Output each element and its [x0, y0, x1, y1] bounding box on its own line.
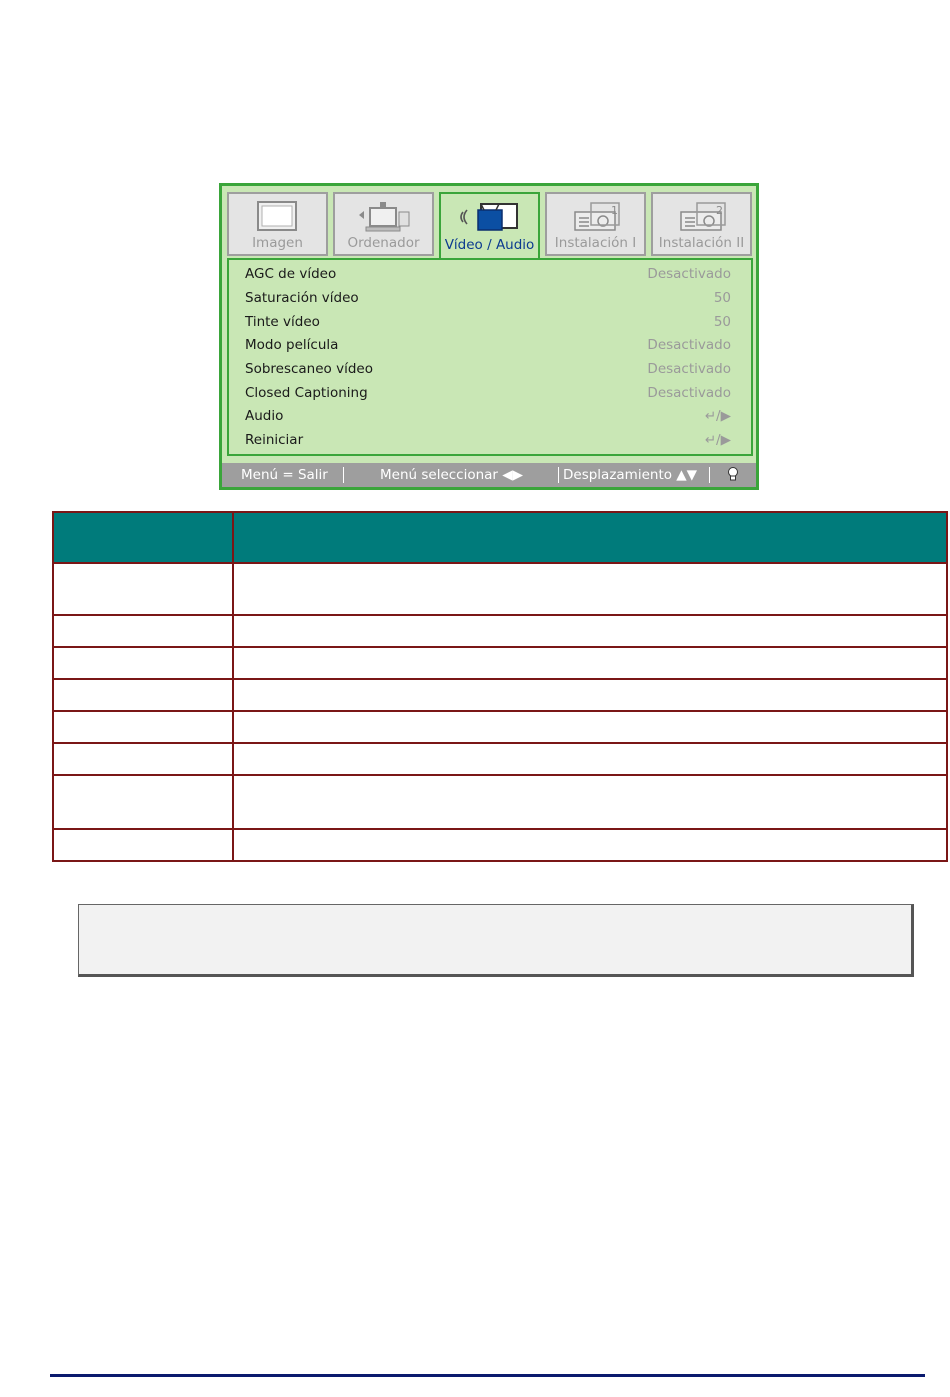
setting-value: Desactivado	[647, 266, 731, 282]
osd-footer: Menú = Salir Menú seleccionar ◀▶ Desplaz…	[222, 463, 756, 487]
table-header-row	[54, 513, 946, 562]
tab-imagen[interactable]: Imagen	[227, 192, 328, 256]
table-row-divider	[54, 710, 946, 712]
footer-select-hint: Menú seleccionar ◀▶	[380, 467, 524, 483]
setting-sobrescaneo-video[interactable]: Sobrescaneo vídeo Desactivado	[245, 361, 731, 384]
video-audio-icon	[441, 200, 538, 232]
tab-instalacion-1[interactable]: 1 Instalación I	[545, 192, 646, 256]
footer-divider	[558, 467, 559, 483]
setting-value: 50	[713, 314, 731, 330]
table-row-divider	[54, 678, 946, 680]
setting-closed-captioning[interactable]: Closed Captioning Desactivado	[245, 385, 731, 408]
table-row-divider	[54, 562, 946, 564]
description-table	[52, 511, 948, 862]
tab-label: Imagen	[252, 235, 303, 251]
setting-label: Audio	[245, 408, 284, 424]
svg-text:1: 1	[611, 204, 618, 217]
setting-label: AGC de vídeo	[245, 266, 337, 282]
tab-label: Instalación II	[658, 235, 745, 251]
tab-label: Instalación I	[554, 235, 637, 251]
setting-saturacion-video[interactable]: Saturación vídeo 50	[245, 290, 731, 313]
table-row-divider	[54, 742, 946, 744]
setting-label: Sobrescaneo vídeo	[245, 361, 373, 377]
tab-ordenador[interactable]: Ordenador	[333, 192, 434, 256]
setting-value: Desactivado	[647, 361, 731, 377]
note-box	[78, 904, 914, 977]
osd-tab-bar: Imagen Ordenador Vídeo / Audio 1 Instala…	[227, 192, 753, 262]
tab-label: Ordenador	[347, 235, 420, 251]
footer-exit-hint: Menú = Salir	[241, 467, 328, 483]
tab-label: Vídeo / Audio	[444, 237, 535, 253]
footer-divider	[709, 467, 710, 483]
projector-2-icon: 2	[653, 200, 750, 232]
setting-label: Modo película	[245, 337, 339, 353]
setting-label: Reiniciar	[245, 432, 304, 448]
monitor-icon	[229, 200, 326, 232]
setting-value: Desactivado	[647, 337, 731, 353]
footer-scroll-hint: Desplazamiento ▲▼	[563, 467, 698, 483]
setting-reiniciar[interactable]: Reiniciar ↵/▶	[245, 432, 731, 455]
setting-value: Desactivado	[647, 385, 731, 401]
table-row-divider	[54, 774, 946, 776]
enter-submenu-icon: ↵/▶	[704, 432, 731, 448]
table-row-divider	[54, 646, 946, 648]
svg-text:2: 2	[716, 204, 723, 217]
bulb-icon	[727, 466, 739, 486]
table-row-divider	[54, 614, 946, 616]
tab-instalacion-2[interactable]: 2 Instalación II	[651, 192, 752, 256]
setting-label: Tinte vídeo	[245, 314, 320, 330]
footer-divider	[343, 467, 344, 483]
setting-tinte-video[interactable]: Tinte vídeo 50	[245, 314, 731, 337]
tab-video-audio[interactable]: Vídeo / Audio	[439, 192, 540, 262]
enter-submenu-icon: ↵/▶	[704, 408, 731, 424]
setting-label: Saturación vídeo	[245, 290, 359, 306]
setting-agc-video[interactable]: AGC de vídeo Desactivado	[245, 266, 731, 289]
setting-audio[interactable]: Audio ↵/▶	[245, 408, 731, 431]
computer-icon	[335, 200, 432, 232]
osd-menu: Imagen Ordenador Vídeo / Audio 1 Instala…	[219, 183, 759, 490]
osd-settings-panel: AGC de vídeo Desactivado Saturación víde…	[227, 258, 753, 456]
projector-1-icon: 1	[547, 200, 644, 232]
setting-label: Closed Captioning	[245, 385, 368, 401]
page-footer-rule	[50, 1374, 925, 1377]
table-column-divider	[232, 513, 234, 860]
setting-value: 50	[713, 290, 731, 306]
table-row-divider	[54, 828, 946, 830]
setting-modo-pelicula[interactable]: Modo película Desactivado	[245, 337, 731, 360]
